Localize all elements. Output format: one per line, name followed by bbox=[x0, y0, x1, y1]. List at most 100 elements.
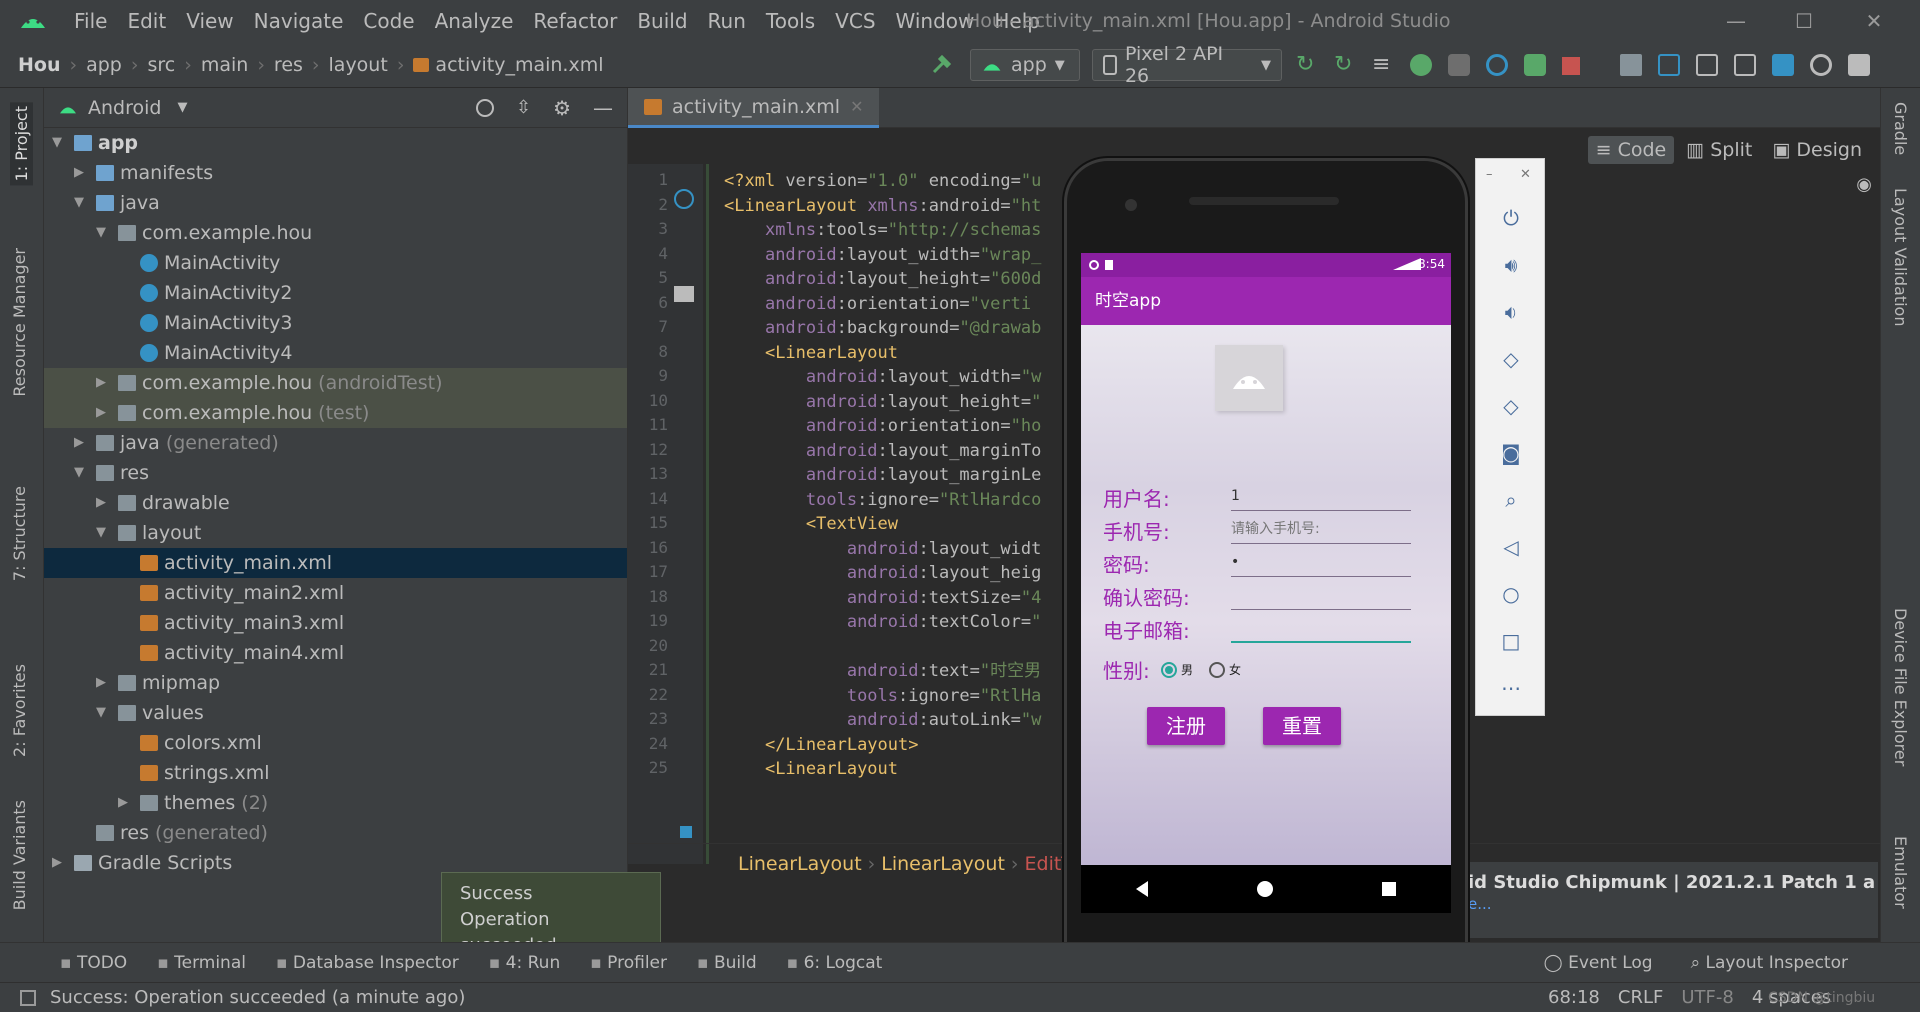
tool-button-run[interactable]: ▪ 4: Run bbox=[489, 953, 560, 973]
breadcrumb-item[interactable]: Hou bbox=[18, 54, 60, 76]
class-marker-icon[interactable] bbox=[674, 189, 694, 209]
mode-code-button[interactable]: ≡ Code bbox=[1587, 136, 1675, 164]
debug-icon[interactable] bbox=[1410, 54, 1432, 76]
tool-button-build[interactable]: ▪ Build bbox=[697, 953, 757, 973]
tree-item[interactable]: ▶ com.example.hou (test) bbox=[44, 398, 627, 428]
rerun-icon[interactable]: ↻ bbox=[1296, 54, 1318, 76]
tool-button-databaseinspector[interactable]: ▪ Database Inspector bbox=[276, 953, 459, 973]
maximize-button[interactable]: ☐ bbox=[1776, 0, 1832, 42]
radio-male[interactable] bbox=[1161, 661, 1177, 678]
expanded-arrow-icon[interactable]: ▼ bbox=[96, 218, 110, 248]
tree-item[interactable]: ▶ mipmap bbox=[44, 668, 627, 698]
tree-item[interactable]: ▼ java bbox=[44, 188, 627, 218]
status-toggle-icon[interactable] bbox=[20, 989, 36, 1006]
form-input[interactable]: 请输入手机号: bbox=[1231, 514, 1411, 544]
breadcrumb-item[interactable]: activity_main.xml bbox=[435, 54, 603, 76]
apply-code-changes-icon[interactable]: ≡ bbox=[1372, 54, 1394, 76]
menu-build[interactable]: Build bbox=[627, 0, 697, 42]
attach-debugger-icon[interactable] bbox=[1524, 54, 1546, 76]
collapsed-arrow-icon[interactable]: ▶ bbox=[52, 848, 66, 878]
close-emulator-icon[interactable]: ✕ bbox=[1520, 167, 1531, 182]
tab-favorites[interactable]: 2: Favorites bbox=[10, 664, 29, 757]
event-log-button[interactable]: ◯ Event Log bbox=[1544, 953, 1653, 973]
menu-navigate[interactable]: Navigate bbox=[244, 0, 354, 42]
collapsed-arrow-icon[interactable]: ▶ bbox=[118, 788, 132, 818]
tool-button-logcat[interactable]: ▪ 6: Logcat bbox=[787, 953, 883, 973]
form-input[interactable] bbox=[1231, 613, 1411, 643]
expanded-arrow-icon[interactable]: ▼ bbox=[96, 698, 110, 728]
recents-icon[interactable] bbox=[1382, 882, 1397, 896]
breadcrumb-item[interactable]: layout bbox=[329, 54, 388, 76]
home-icon[interactable]: ○ bbox=[1498, 581, 1524, 607]
tree-item[interactable]: MainActivity bbox=[44, 248, 627, 278]
file-encoding[interactable]: UTF-8 bbox=[1681, 987, 1733, 1008]
power-icon[interactable]: ⏻ bbox=[1498, 205, 1524, 231]
tool-button-terminal[interactable]: ▪ Terminal bbox=[157, 953, 246, 973]
close-button[interactable]: ✕ bbox=[1846, 0, 1902, 42]
tree-item[interactable]: activity_main.xml bbox=[44, 548, 627, 578]
menu-view[interactable]: View bbox=[176, 0, 243, 42]
form-input[interactable]: 1 bbox=[1231, 481, 1411, 511]
mode-design-button[interactable]: ▣ Design bbox=[1764, 136, 1870, 164]
tab-resource-manager[interactable]: Resource Manager bbox=[10, 248, 29, 397]
project-view-select[interactable]: Android ▼ bbox=[58, 97, 187, 119]
tab-structure[interactable]: 7: Structure bbox=[10, 486, 29, 581]
tree-item[interactable]: ▶ java (generated) bbox=[44, 428, 627, 458]
image-preview-icon[interactable] bbox=[674, 286, 694, 302]
tool-button-todo[interactable]: ▪ TODO bbox=[60, 953, 127, 973]
reset-button[interactable]: 重置 bbox=[1263, 707, 1341, 745]
zoom-icon[interactable]: ⌕ bbox=[1498, 487, 1524, 513]
collapsed-arrow-icon[interactable]: ▶ bbox=[96, 368, 110, 398]
menu-edit[interactable]: Edit bbox=[117, 0, 176, 42]
breadcrumb-item[interactable]: res bbox=[274, 54, 303, 76]
user-avatar-icon[interactable] bbox=[1848, 54, 1870, 76]
tree-item[interactable]: ▼ values bbox=[44, 698, 627, 728]
form-input[interactable] bbox=[1231, 580, 1411, 610]
volume-up-icon[interactable]: 🔊︎ bbox=[1498, 252, 1524, 278]
mode-split-button[interactable]: ▥ Split bbox=[1678, 136, 1760, 164]
collapsed-arrow-icon[interactable]: ▶ bbox=[74, 158, 88, 188]
tab-gradle[interactable]: Gradle bbox=[1891, 102, 1910, 155]
tree-item[interactable]: ▶ com.example.hou (androidTest) bbox=[44, 368, 627, 398]
expanded-arrow-icon[interactable]: ▼ bbox=[96, 518, 110, 548]
menu-vcs[interactable]: VCS bbox=[825, 0, 885, 42]
home-icon[interactable] bbox=[1256, 881, 1273, 897]
sync-gradle-icon[interactable] bbox=[1658, 54, 1680, 76]
eye-icon[interactable]: ◉ bbox=[1856, 174, 1872, 195]
close-tab-icon[interactable]: ✕ bbox=[850, 97, 863, 116]
tree-item[interactable]: MainActivity4 bbox=[44, 338, 627, 368]
tree-item[interactable]: ▶ drawable bbox=[44, 488, 627, 518]
minimize-emulator-icon[interactable]: – bbox=[1486, 167, 1493, 182]
tree-item[interactable]: activity_main3.xml bbox=[44, 608, 627, 638]
register-button[interactable]: 注册 bbox=[1147, 707, 1225, 745]
project-structure-icon[interactable] bbox=[1620, 54, 1642, 76]
color-swatch-icon[interactable] bbox=[680, 826, 692, 838]
back-icon[interactable] bbox=[1135, 881, 1148, 897]
menu-analyze[interactable]: Analyze bbox=[425, 0, 524, 42]
tree-item[interactable]: ▼ res bbox=[44, 458, 627, 488]
collapsed-arrow-icon[interactable]: ▶ bbox=[96, 668, 110, 698]
back-icon[interactable]: ◁ bbox=[1498, 534, 1524, 560]
tree-item[interactable]: ▼ app bbox=[44, 128, 627, 158]
breadcrumb-item[interactable]: main bbox=[201, 54, 248, 76]
collapsed-arrow-icon[interactable]: ▶ bbox=[96, 398, 110, 428]
update-notification[interactable]: id Studio Chipmunk | 2021.2.1 Patch 1 a … bbox=[1468, 862, 1878, 938]
tree-item[interactable]: res (generated) bbox=[44, 818, 627, 848]
line-separator[interactable]: CRLF bbox=[1618, 987, 1663, 1008]
collapsed-arrow-icon[interactable]: ▶ bbox=[96, 488, 110, 518]
locate-icon[interactable] bbox=[475, 98, 494, 117]
profile-icon[interactable] bbox=[1486, 54, 1508, 76]
expanded-arrow-icon[interactable]: ▼ bbox=[74, 188, 88, 218]
tree-item[interactable]: ▼ layout bbox=[44, 518, 627, 548]
stop-icon[interactable] bbox=[1562, 57, 1580, 75]
volume-down-icon[interactable]: 🔉︎ bbox=[1498, 299, 1524, 325]
path-item[interactable]: LinearLayout bbox=[881, 853, 1005, 875]
tool-button-profiler[interactable]: ▪ Profiler bbox=[590, 953, 667, 973]
tab-project[interactable]: 1: Project bbox=[10, 102, 33, 186]
sdk-manager-icon[interactable] bbox=[1772, 54, 1794, 76]
build-hammer-icon[interactable] bbox=[930, 54, 952, 76]
coverage-icon[interactable] bbox=[1448, 54, 1470, 76]
run-config-select[interactable]: app ▼ bbox=[970, 49, 1080, 81]
tree-item[interactable]: ▶ manifests bbox=[44, 158, 627, 188]
radio-female[interactable] bbox=[1209, 661, 1226, 678]
